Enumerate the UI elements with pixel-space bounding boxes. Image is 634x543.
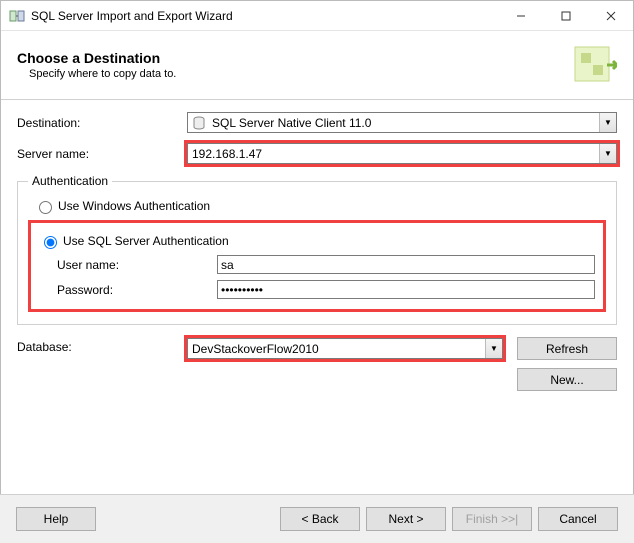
titlebar: SQL Server Import and Export Wizard: [1, 1, 633, 31]
chevron-down-icon: ▼: [485, 339, 502, 358]
destination-label: Destination:: [17, 116, 187, 130]
page-subtitle: Specify where to copy data to.: [29, 68, 569, 80]
sql-auth-block: Use SQL Server Authentication User name:…: [28, 220, 606, 312]
wizard-icon: [569, 41, 617, 89]
server-name-value: 192.168.1.47: [188, 147, 599, 161]
cancel-button[interactable]: Cancel: [538, 507, 618, 531]
username-label: User name:: [57, 258, 217, 272]
database-dropdown[interactable]: DevStackoverFlow2010 ▼: [187, 338, 503, 359]
finish-button: Finish >>|: [452, 507, 532, 531]
server-name-label: Server name:: [17, 147, 187, 161]
close-button[interactable]: [588, 1, 633, 30]
chevron-down-icon: ▼: [599, 113, 616, 132]
authentication-legend: Authentication: [28, 174, 112, 188]
help-button[interactable]: Help: [16, 507, 96, 531]
app-icon: [9, 8, 25, 24]
database-label: Database:: [17, 337, 187, 354]
windows-auth-label: Use Windows Authentication: [58, 199, 210, 213]
destination-dropdown[interactable]: SQL Server Native Client 11.0 ▼: [187, 112, 617, 133]
sql-auth-label: Use SQL Server Authentication: [63, 234, 229, 248]
next-button[interactable]: Next >: [366, 507, 446, 531]
authentication-group: Authentication Use Windows Authenticatio…: [17, 174, 617, 325]
database-value: DevStackoverFlow2010: [188, 342, 485, 356]
window-title: SQL Server Import and Export Wizard: [31, 9, 498, 23]
destination-value: SQL Server Native Client 11.0: [210, 116, 599, 130]
new-database-button[interactable]: New...: [517, 368, 617, 391]
back-button[interactable]: < Back: [280, 507, 360, 531]
password-label: Password:: [57, 283, 217, 297]
minimize-button[interactable]: [498, 1, 543, 30]
windows-auth-option[interactable]: Use Windows Authentication: [34, 198, 606, 214]
page-title: Choose a Destination: [17, 50, 569, 66]
refresh-button[interactable]: Refresh: [517, 337, 617, 360]
sql-auth-option[interactable]: Use SQL Server Authentication: [39, 233, 595, 249]
database-driver-icon: [191, 115, 207, 131]
chevron-down-icon: ▼: [599, 144, 616, 163]
wizard-footer: Help < Back Next > Finish >>| Cancel: [0, 494, 634, 543]
password-input[interactable]: [217, 280, 595, 299]
username-input[interactable]: [217, 255, 595, 274]
server-name-dropdown[interactable]: 192.168.1.47 ▼: [187, 143, 617, 164]
windows-auth-radio[interactable]: [39, 201, 52, 214]
maximize-button[interactable]: [543, 1, 588, 30]
wizard-header: Choose a Destination Specify where to co…: [1, 31, 633, 100]
sql-auth-radio[interactable]: [44, 236, 57, 249]
